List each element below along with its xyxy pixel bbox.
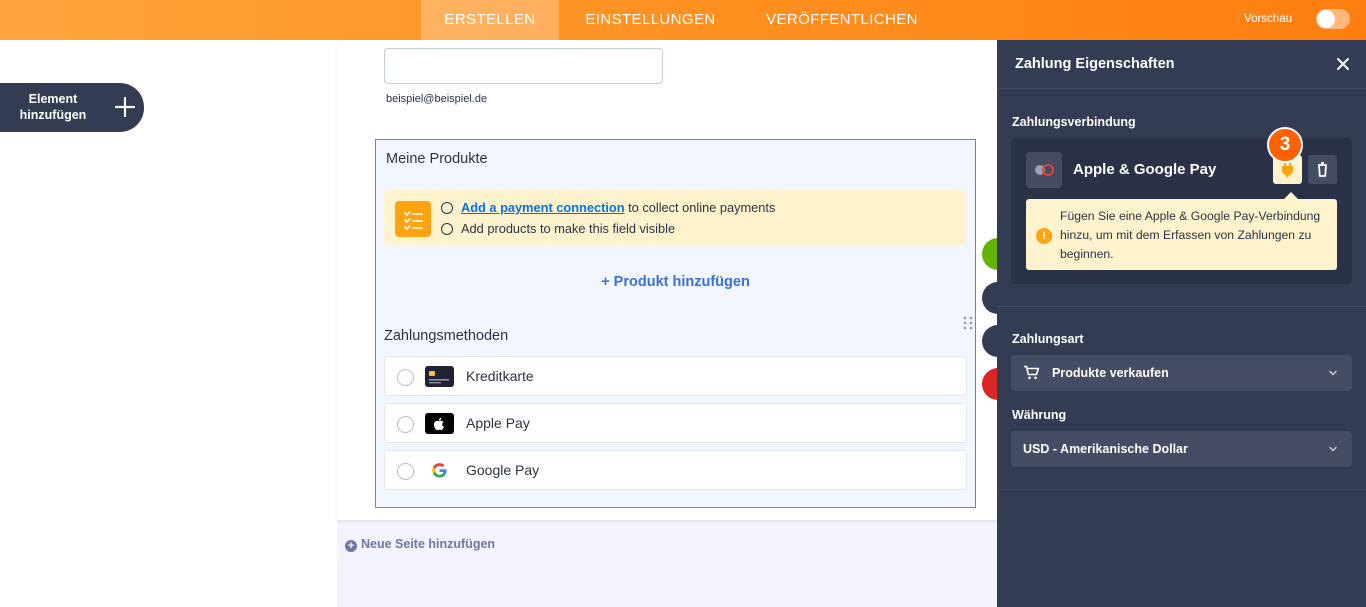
preview-label: Vorschau <box>1244 13 1292 25</box>
apple-google-pay-logo <box>1026 152 1062 188</box>
tab-einstellungen[interactable]: EINSTELLUNGEN <box>569 0 732 40</box>
chevron-down-icon <box>1329 446 1337 452</box>
add-product-button[interactable]: + Produkt hinzufügen <box>376 274 975 290</box>
payment-method-row[interactable]: Kreditkarte <box>384 356 967 396</box>
payment-connection-card: Apple & Google Pay 3 ! Fügen Sie eine Ap… <box>1011 127 1352 284</box>
notice-line-2-text: Add products to make this field visible <box>461 221 676 236</box>
email-hint: beispiel@beispiel.de <box>386 93 488 105</box>
close-icon[interactable] <box>1336 57 1350 71</box>
plus-circle-icon: + <box>345 540 357 552</box>
tab-veroeffentlichen[interactable]: VERÖFFENTLICHEN <box>752 0 932 40</box>
cart-icon <box>1024 365 1040 380</box>
preview-toggle[interactable] <box>1316 9 1350 29</box>
chevron-down-icon <box>1329 370 1337 376</box>
divider <box>997 306 1366 307</box>
connection-name: Apple & Google Pay <box>1073 161 1217 178</box>
add-new-page-label: Neue Seite hinzufügen <box>361 537 496 551</box>
top-navigation-bar: ERSTELLEN EINSTELLUNGEN VERÖFFENTLICHEN … <box>0 0 1366 40</box>
payment-method-radio[interactable] <box>397 369 414 386</box>
apple-icon <box>425 413 454 434</box>
add-new-page-button[interactable]: + Neue Seite hinzufügen <box>345 537 495 552</box>
connection-warning: ! Fügen Sie eine Apple & Google Pay-Verb… <box>1026 192 1337 270</box>
tab-erstellen[interactable]: ERSTELLEN <box>421 0 559 40</box>
payment-type-select[interactable]: Produkte verkaufen <box>1011 355 1352 391</box>
warning-text: Fügen Sie eine Apple & Google Pay-Verbin… <box>1060 209 1321 261</box>
circle-icon <box>441 223 453 235</box>
drag-handle-icon[interactable] <box>963 316 973 330</box>
checklist-icon <box>395 201 431 237</box>
add-element-label: Element hinzufügen <box>19 92 87 122</box>
plus-icon <box>114 96 136 118</box>
panel-title: Zahlung Eigenschaften <box>1015 56 1175 72</box>
payment-method-radio[interactable] <box>397 463 414 480</box>
notice-line-1-text: to collect online payments <box>624 200 776 215</box>
step-badge: 3 <box>1267 127 1303 163</box>
form-card: beispiel@beispiel.de Meine Produkte Add … <box>337 40 997 520</box>
payment-method-row[interactable]: Apple Pay <box>384 403 967 443</box>
currency-select[interactable]: USD - Amerikanische Dollar <box>1011 431 1352 467</box>
payment-method-label: Google Pay <box>466 462 540 478</box>
payment-method-row[interactable]: Google Pay <box>384 450 967 490</box>
divider <box>997 88 1366 89</box>
google-icon <box>425 460 454 481</box>
divider <box>997 489 1366 490</box>
circle-icon <box>441 202 453 214</box>
notice-line-2: Add products to make this field visible <box>441 221 675 236</box>
product-list-field[interactable]: Meine Produkte Add a payment connection … <box>375 139 976 508</box>
warning-icon: ! <box>1036 228 1052 244</box>
payment-type-value: Produkte verkaufen <box>1052 366 1169 380</box>
payment-notice: Add a payment connection to collect onli… <box>384 190 966 245</box>
payment-type-label: Zahlungsart <box>1012 332 1084 346</box>
payment-method-radio[interactable] <box>397 416 414 433</box>
toggle-knob <box>1317 10 1335 28</box>
notice-line-1: Add a payment connection to collect onli… <box>441 200 775 215</box>
credit-card-icon <box>425 366 454 387</box>
payment-method-label: Apple Pay <box>466 415 530 431</box>
delete-connection-button[interactable] <box>1308 155 1337 184</box>
currency-label: Währung <box>1012 408 1067 422</box>
add-element-button[interactable]: Element hinzufügen <box>0 83 144 132</box>
email-field[interactable] <box>384 48 663 84</box>
connection-section-label: Zahlungsverbindung <box>1012 115 1136 129</box>
trash-icon <box>1318 162 1327 177</box>
payment-properties-panel: Zahlung Eigenschaften Zahlungsverbindung… <box>997 40 1366 607</box>
currency-value: USD - Amerikanische Dollar <box>1023 442 1188 456</box>
add-payment-connection-link[interactable]: Add a payment connection <box>461 200 625 215</box>
payment-method-label: Kreditkarte <box>466 368 534 384</box>
products-title: Meine Produkte <box>386 151 488 167</box>
payment-methods-title: Zahlungsmethoden <box>384 328 509 344</box>
